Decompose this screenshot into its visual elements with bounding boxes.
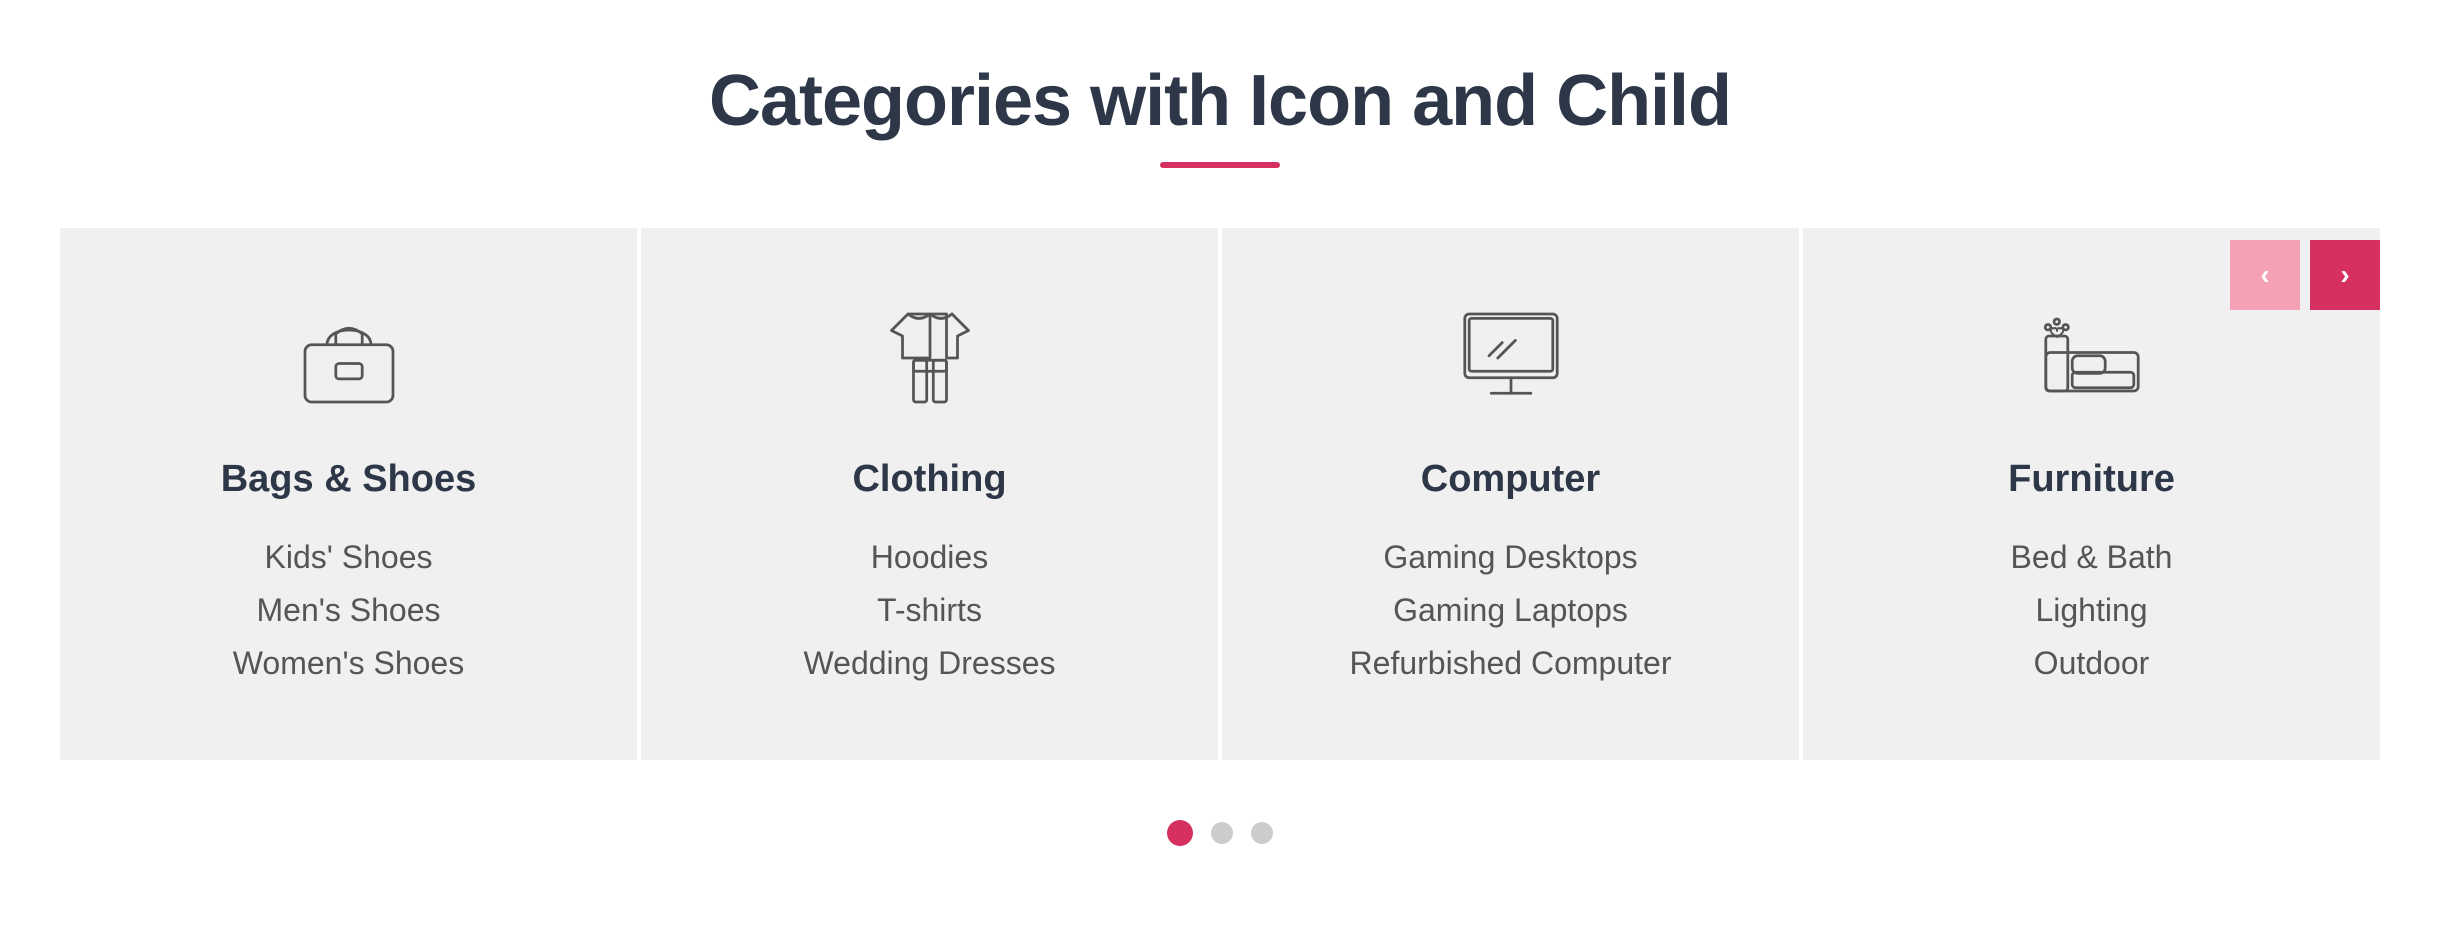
list-item[interactable]: Kids' Shoes (233, 531, 464, 584)
dot-1[interactable] (1167, 820, 1193, 846)
category-items-bags-shoes: Kids' Shoes Men's Shoes Women's Shoes (233, 531, 464, 690)
category-card-clothing[interactable]: Clothing Hoodies T-shirts Wedding Dresse… (641, 228, 1222, 760)
list-item[interactable]: Wedding Dresses (804, 637, 1056, 690)
category-items-clothing: Hoodies T-shirts Wedding Dresses (804, 531, 1056, 690)
nav-buttons: ‹ › (2230, 240, 2380, 310)
list-item[interactable]: Hoodies (804, 531, 1056, 584)
category-title-furniture: Furniture (2008, 458, 2175, 501)
furniture-icon (2032, 298, 2152, 418)
cards-container: Bags & Shoes Kids' Shoes Men's Shoes Wom… (60, 228, 2380, 760)
computer-icon (1451, 298, 1571, 418)
prev-button[interactable]: ‹ (2230, 240, 2300, 310)
category-items-furniture: Bed & Bath Lighting Outdoor (2011, 531, 2173, 690)
next-button[interactable]: › (2310, 240, 2380, 310)
category-card-computer[interactable]: Computer Gaming Desktops Gaming Laptops … (1222, 228, 1803, 760)
list-item[interactable]: Refurbished Computer (1350, 637, 1672, 690)
list-item[interactable]: Lighting (2011, 584, 2173, 637)
page-title: Categories with Icon and Child (709, 60, 1731, 142)
list-item[interactable]: Gaming Laptops (1350, 584, 1672, 637)
category-title-bags-shoes: Bags & Shoes (221, 458, 477, 501)
category-title-clothing: Clothing (852, 458, 1006, 501)
category-card-bags-shoes[interactable]: Bags & Shoes Kids' Shoes Men's Shoes Wom… (60, 228, 641, 760)
list-item[interactable]: Bed & Bath (2011, 531, 2173, 584)
list-item[interactable]: Outdoor (2011, 637, 2173, 690)
list-item[interactable]: Women's Shoes (233, 637, 464, 690)
dot-3[interactable] (1251, 822, 1273, 844)
header-section: Categories with Icon and Child ‹ › (0, 60, 2440, 228)
category-title-computer: Computer (1421, 458, 1600, 501)
category-items-computer: Gaming Desktops Gaming Laptops Refurbish… (1350, 531, 1672, 690)
bag-icon (289, 298, 409, 418)
dots-container (1167, 820, 1273, 846)
clothing-icon (870, 298, 990, 418)
dot-2[interactable] (1211, 822, 1233, 844)
list-item[interactable]: Men's Shoes (233, 584, 464, 637)
list-item[interactable]: Gaming Desktops (1350, 531, 1672, 584)
title-underline (1160, 162, 1280, 168)
list-item[interactable]: T-shirts (804, 584, 1056, 637)
